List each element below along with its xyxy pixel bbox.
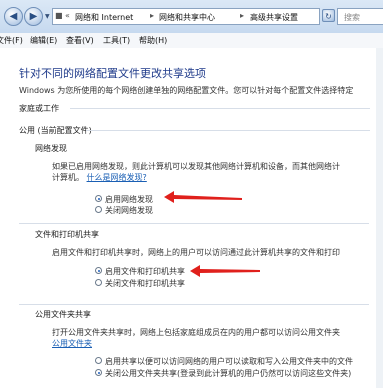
menu-tools[interactable]: 工具(T)	[103, 35, 130, 46]
refresh-icon: ↻	[325, 12, 332, 21]
disable-network-discovery-label[interactable]: 关闭网络发现	[105, 205, 153, 216]
address-bar: ◀ ▶ ▼ ■ « 网络和 Internet ▸ 网络和共享中心 ▸ 高级共享设…	[0, 0, 383, 34]
profile-divider	[86, 130, 370, 131]
refresh-button[interactable]: ↻	[322, 9, 335, 22]
network-discovery-desc: 如果已启用网络发现，则此计算机可以发现其他网络计算机和设备，而其他网络计	[52, 162, 340, 171]
breadcrumb-network-center[interactable]: 网络和共享中心	[159, 12, 215, 23]
menu-help[interactable]: 帮助(H)	[139, 35, 167, 46]
intro-text: Windows 为您所使用的每个网络创建单独的网络配置文件。您可以针对每个配置文…	[19, 86, 354, 95]
menu-file[interactable]: 文件(F)	[0, 35, 23, 46]
disable-public-folder-sharing-label[interactable]: 关闭公用文件夹共享(登录到此计算机的用户仍然可以访问这些文件夹)	[105, 368, 351, 379]
public-folder-sharing-desc: 打开公用文件夹共享时，网络上包括家庭组成员在内的用户都可以访问公用文件夹	[52, 328, 340, 337]
enable-file-printer-sharing-radio[interactable]	[95, 267, 102, 274]
red-arrow-icon	[164, 191, 242, 203]
enable-network-discovery-label[interactable]: 启用网络发现	[105, 194, 153, 205]
file-printer-sharing-desc: 启用文件和打印机共享时，网络上的用户可以访问通过此计算机共享的文件和打印	[52, 248, 340, 257]
disable-public-folder-sharing-radio[interactable]	[95, 369, 102, 376]
file-printer-sharing-heading: 文件和打印机共享	[35, 230, 99, 239]
menu-edit[interactable]: 编辑(E)	[30, 35, 57, 46]
network-discovery-desc-line2: 计算机。 什么是网络发现?	[52, 173, 147, 182]
history-dropdown-icon[interactable]: ▼	[45, 13, 50, 20]
breadcrumb-network-internet[interactable]: 网络和 Internet	[75, 12, 133, 23]
back-button[interactable]: ◀	[4, 7, 23, 26]
address-path[interactable]: ■ « 网络和 Internet ▸ 网络和共享中心 ▸ 高级共享设置	[52, 8, 320, 25]
enable-file-printer-sharing-label[interactable]: 启用文件和打印机共享	[105, 266, 185, 277]
public-folder-link-line: 公用文件夹	[52, 338, 92, 349]
breadcrumb-separator-icon[interactable]: ▸	[150, 11, 154, 20]
breadcrumb-advanced-sharing[interactable]: 高级共享设置	[250, 12, 298, 23]
vertical-scrollbar[interactable]	[376, 48, 383, 388]
disable-network-discovery-radio[interactable]	[95, 206, 102, 213]
enable-public-folder-sharing-radio[interactable]	[95, 357, 102, 364]
network-discovery-heading: 网络发现	[35, 144, 67, 153]
menu-bar: 文件(F) 编辑(E) 查看(V) 工具(T) 帮助(H)	[0, 33, 383, 49]
enable-public-folder-sharing-label[interactable]: 启用共享以便可以访问网络的用户可以读取和写入公用文件夹中的文件	[105, 356, 353, 367]
menu-view[interactable]: 查看(V)	[66, 35, 94, 46]
forward-arrow-icon: ▶	[29, 11, 38, 22]
search-input[interactable]: 搜索	[337, 8, 383, 25]
back-arrow-icon: ◀	[9, 11, 18, 22]
section-divider	[19, 223, 369, 224]
disable-file-printer-sharing-radio[interactable]	[95, 279, 102, 286]
network-folder-icon: ■	[55, 11, 63, 20]
content-pane: 针对不同的网络配置文件更改共享选项 Windows 为您所使用的每个网络创建单独…	[0, 48, 383, 388]
enable-network-discovery-radio[interactable]	[95, 195, 102, 202]
section-divider	[19, 304, 369, 305]
public-folder-link[interactable]: 公用文件夹	[52, 339, 92, 348]
network-discovery-help-link[interactable]: 什么是网络发现?	[87, 173, 147, 182]
home-work-profile-heading[interactable]: 家庭或工作	[19, 103, 59, 114]
public-folder-sharing-heading: 公用文件夹共享	[35, 310, 91, 319]
page-title: 针对不同的网络配置文件更改共享选项	[19, 67, 206, 80]
profile-divider	[70, 108, 370, 109]
disable-file-printer-sharing-label[interactable]: 关闭文件和打印机共享	[105, 278, 185, 289]
forward-button[interactable]: ▶	[24, 7, 43, 26]
public-profile-heading[interactable]: 公用 (当前配置文件)	[19, 125, 92, 136]
breadcrumb-overflow-icon[interactable]: «	[65, 11, 70, 20]
breadcrumb-separator-icon[interactable]: ▸	[240, 11, 244, 20]
red-arrow-icon	[190, 265, 260, 277]
